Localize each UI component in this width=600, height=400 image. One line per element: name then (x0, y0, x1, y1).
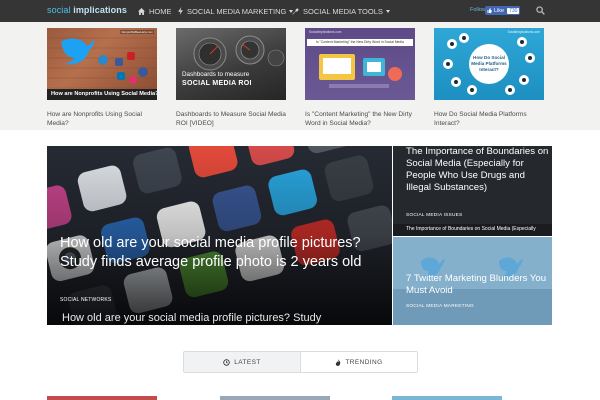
like-label: Like (494, 7, 505, 14)
side-post-caption: The Importance of Boundaries on Social M… (406, 226, 536, 232)
featured-card[interactable]: NonprofitsBeeHelp.com How are Nonprofits… (47, 28, 157, 128)
nav-social-media-tools[interactable]: SOCIAL MEDIA TOOLS (292, 0, 390, 22)
thumbnail-overlay-line2: Media Platforms (471, 61, 507, 66)
nav-social-media-marketing-label: SOCIAL MEDIA MARKETING (187, 6, 287, 16)
thumbnail-overlay-text: How are Nonprofits Using Social Media? (47, 89, 157, 100)
thumbnail-badge: NonprofitsBeeHelp.com (120, 30, 154, 34)
follow-label: Follow (470, 7, 486, 13)
flame-icon (336, 358, 341, 366)
featured-thumbnail[interactable]: Dashboards to measure SOCIAL MEDIA ROI (176, 28, 286, 100)
featured-card-title[interactable]: How Do Social Media Platforms Interact? (434, 111, 544, 128)
content-marketing-illustration (319, 54, 402, 88)
next-row-thumbnail (47, 396, 157, 400)
thumbnail-overlay-line3: Interact? (479, 67, 499, 72)
thumbnail-overlay-line1: Dashboards to measure (182, 71, 250, 78)
tab-trending-label: TRENDING (345, 358, 383, 366)
tab-latest-label: LATEST (234, 358, 261, 366)
hero-post[interactable]: How old are your social media profile pi… (47, 146, 392, 325)
nav-social-media-marketing[interactable]: SOCIAL MEDIA MARKETING (178, 0, 294, 22)
like-count: 730 (507, 7, 520, 14)
featured-card[interactable]: SocialImplications.com Is "Content Marke… (305, 28, 415, 128)
side-post-title[interactable]: The Importance of Boundaries on Social M… (406, 146, 552, 194)
side-post[interactable]: The Importance of Boundaries on Social M… (393, 146, 552, 236)
nav-social-media-tools-label: SOCIAL MEDIA TOOLS (303, 6, 383, 16)
top-navigation-bar: social implications HOME SOCIAL MEDIA MA… (0, 0, 600, 22)
featured-card-title[interactable]: How are Nonprofits Using Social Media? (47, 111, 157, 128)
hero-category[interactable]: SOCIAL NETWORKS (60, 297, 111, 303)
featured-card-title[interactable]: Dashboards to Measure Social Media ROI [… (176, 111, 286, 128)
featured-posts-strip: NonprofitsBeeHelp.com How are Nonprofits… (0, 22, 600, 130)
chevron-down-icon (385, 9, 390, 13)
wrench-icon (292, 8, 299, 15)
site-logo[interactable]: social implications (47, 5, 127, 15)
side-post-title[interactable]: 7 Twitter Marketing Blunders You Must Av… (406, 273, 552, 297)
featured-card-title[interactable]: Is "Content Marketing" the New Dirty Wor… (305, 111, 415, 128)
car-dashboard-image (193, 35, 285, 71)
tab-latest[interactable]: LATEST (184, 352, 301, 372)
thumbs-up-icon (487, 8, 492, 13)
featured-thumbnail[interactable]: SocialImplications.com Is "Content Marke… (305, 28, 415, 100)
side-post-category[interactable]: SOCIAL MEDIA ISSUES (406, 213, 462, 218)
next-row-thumbnail (392, 396, 502, 400)
facebook-like-button[interactable]: Like 730 (485, 6, 520, 15)
nav-home-label: HOME (149, 6, 172, 16)
home-icon (138, 7, 145, 15)
side-post-category[interactable]: SOCIAL MEDIA MARKETING (406, 304, 474, 309)
featured-thumbnail[interactable]: NonprofitsBeeHelp.com How are Nonprofits… (47, 28, 157, 100)
search-icon[interactable] (536, 6, 545, 15)
hero-title[interactable]: How old are your social media profile pi… (60, 234, 380, 271)
side-post[interactable]: 7 Twitter Marketing Blunders You Must Av… (393, 237, 552, 325)
nav-home[interactable]: HOME (138, 0, 172, 22)
tab-trending[interactable]: TRENDING (301, 352, 417, 372)
featured-card[interactable]: Dashboards to measure SOCIAL MEDIA ROI D… (176, 28, 286, 128)
thumbnail-overlay-line2: SOCIAL MEDIA ROI (182, 80, 252, 87)
hero-caption: How old are your social media profile pi… (62, 312, 322, 324)
post-tabs: LATEST TRENDING (183, 351, 418, 373)
bolt-icon (178, 7, 183, 15)
thumbnail-overlay-line1: How Do Social (473, 55, 505, 60)
featured-card[interactable]: SocialImplications.com How Do Social Med… (434, 28, 544, 128)
next-row-thumbnail (220, 396, 330, 400)
clock-icon (223, 358, 230, 366)
featured-thumbnail[interactable]: SocialImplications.com How Do Social Med… (434, 28, 544, 100)
